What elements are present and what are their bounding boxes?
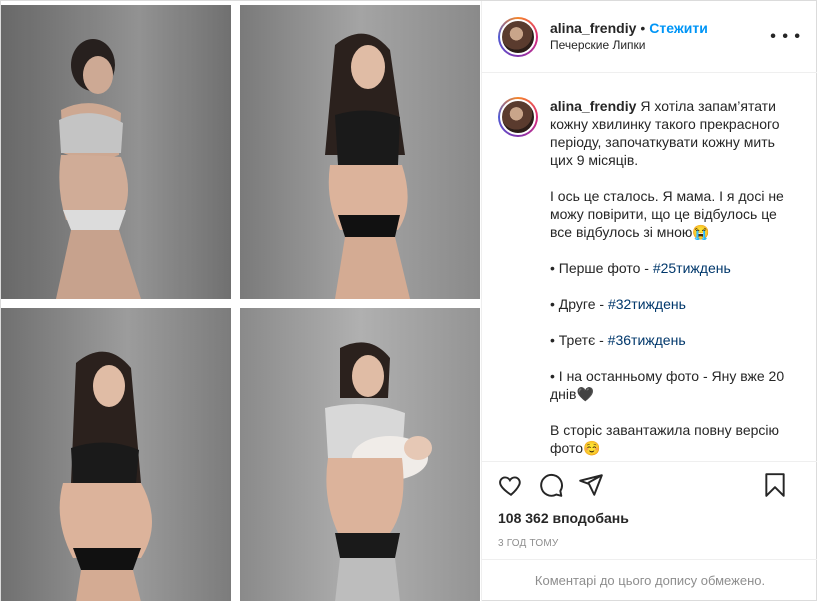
post-media[interactable] [1,1,481,601]
photo-32-weeks[interactable] [240,5,480,299]
hashtag-25[interactable]: #25тиждень [653,260,731,276]
post-actions: 108 362 вподобань 3 год тому [482,461,817,573]
post-header: alina_frendiy • Стежити Печерские Липки … [482,1,817,73]
caption-item-4: • І на останньому фото - Яну вже 20 днів… [550,368,785,402]
post-sidebar: alina_frendiy • Стежити Печерские Липки … [481,1,817,601]
caption-item-3: • Третє - [550,332,604,348]
caption-scroll-area[interactable]: alina_frendiy Я хотіла запам’ятати кожну … [482,73,817,461]
post-time[interactable]: 3 год тому [498,538,802,549]
comment-icon[interactable] [538,472,564,498]
action-icons [498,462,802,508]
avatar-image [500,18,536,55]
caption-last-paragraph: В сторіс завантажила повну версію фото☺️ [550,422,783,456]
hashtag-36[interactable]: #36тиждень [608,332,686,348]
avatar-image [500,99,536,135]
photo-36-weeks[interactable] [1,308,231,601]
caption-avatar[interactable] [498,97,538,137]
header-separator: • [640,19,646,36]
more-horizontal-icon[interactable]: • • • [770,28,801,46]
photo-25-weeks[interactable] [1,5,231,299]
bookmark-icon[interactable] [762,472,788,498]
caption-item-1: • Перше фото - [550,260,653,276]
header-text: alina_frendiy • Стежити Печерские Липки [550,20,708,54]
caption-username[interactable]: alina_frendiy [550,98,636,114]
caption-paragraph-2: І ось це сталось. Я мама. І я досі не мо… [550,188,784,240]
heart-icon[interactable] [498,472,524,498]
likes-count[interactable]: 108 362 вподобань [498,510,802,526]
instagram-post: alina_frendiy • Стежити Печерские Липки … [0,0,817,601]
header-username[interactable]: alina_frendiy [550,20,636,37]
caption-item-2: • Друге - [550,296,605,312]
follow-button[interactable]: Стежити [649,20,708,37]
hashtag-32[interactable]: #32тиждень [608,296,686,312]
caption-text: alina_frendiy Я хотіла запам’ятати кожну … [550,97,800,457]
share-icon[interactable] [578,472,604,498]
photo-with-baby[interactable] [240,308,480,601]
profile-avatar[interactable] [498,16,538,57]
caption: alina_frendiy Я хотіла запам’ятати кожну … [498,97,802,457]
comments-restricted-notice: Коментарі до цього допису обмежено. [482,559,817,601]
location-link[interactable]: Печерские Липки [550,37,708,54]
